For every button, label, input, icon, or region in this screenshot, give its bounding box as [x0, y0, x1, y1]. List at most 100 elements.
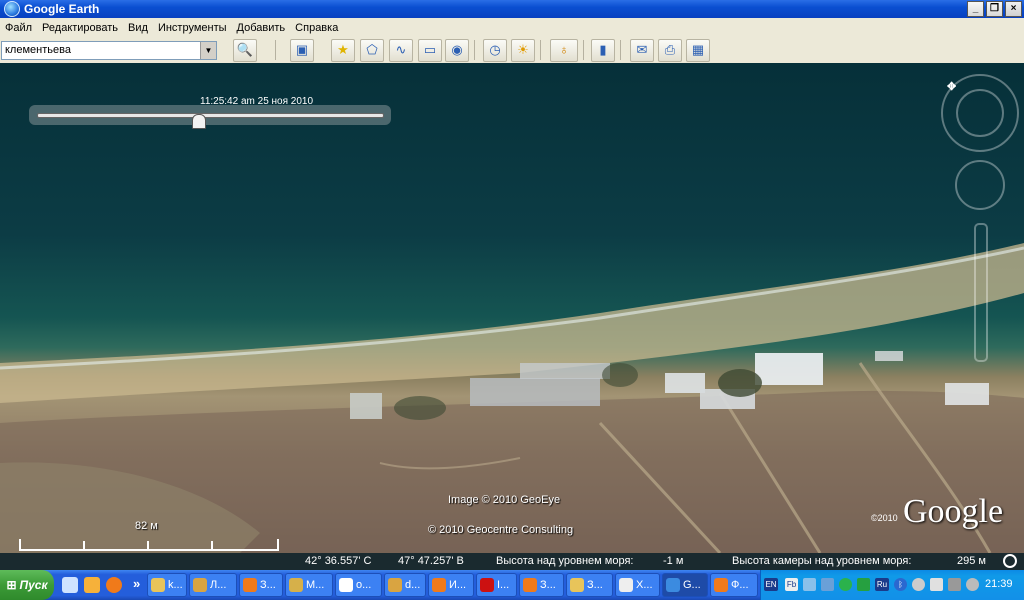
- taskbar-task-button[interactable]: Л...: [189, 573, 237, 597]
- zoom-slider[interactable]: [974, 223, 988, 362]
- copyright-text: © 2010 Geocentre Consulting: [428, 524, 574, 536]
- taskbar-task-button[interactable]: З...: [239, 573, 283, 597]
- task-app-icon: [193, 578, 207, 592]
- task-app-icon: [523, 578, 537, 592]
- compass-ring[interactable]: ✥: [941, 74, 1019, 152]
- quicklaunch-firefox-icon[interactable]: [106, 577, 122, 593]
- task-app-icon: [619, 578, 633, 592]
- network-icon[interactable]: [821, 578, 834, 591]
- volume-icon[interactable]: [948, 578, 961, 591]
- view-in-maps-button[interactable]: ▦: [686, 39, 710, 62]
- taskbar-task-button[interactable]: З...: [519, 573, 564, 597]
- quicklaunch-overflow[interactable]: »: [133, 576, 140, 591]
- task-label: З...: [587, 579, 603, 591]
- taskbar-task-button[interactable]: о...: [335, 573, 382, 597]
- task-label: Ф...: [731, 579, 749, 591]
- task-label: И...: [449, 579, 467, 591]
- menu-view[interactable]: Вид: [123, 22, 153, 34]
- time-slider-track[interactable]: [37, 113, 384, 118]
- tray-app-icon[interactable]: Fb: [785, 578, 798, 591]
- task-app-icon: [432, 578, 446, 592]
- add-placemark-button[interactable]: ★: [331, 39, 355, 62]
- sidebar-icon: ▣: [295, 42, 309, 57]
- network-icon[interactable]: [803, 578, 816, 591]
- streaming-indicator-icon: [1003, 554, 1017, 568]
- look-joystick[interactable]: [955, 160, 1005, 210]
- menu-help[interactable]: Справка: [290, 22, 343, 34]
- tray-app-icon[interactable]: [839, 578, 852, 591]
- task-app-icon: [666, 578, 680, 592]
- tray-app-icon[interactable]: [912, 578, 925, 591]
- search-button[interactable]: 🔍: [233, 39, 257, 62]
- rotate-control[interactable]: [956, 89, 1004, 137]
- bluetooth-icon[interactable]: ᛒ: [894, 578, 907, 591]
- add-path-button[interactable]: ∿: [389, 39, 413, 62]
- menu-edit[interactable]: Редактировать: [37, 22, 123, 34]
- taskbar-task-button[interactable]: k...: [147, 573, 187, 597]
- taskbar-task-button[interactable]: d...: [384, 573, 426, 597]
- taskbar: ⊞ Пуск » k... Л... З... М... о... d... И... I..…: [0, 570, 1024, 600]
- toolbar-separator: [583, 40, 584, 60]
- language-indicator[interactable]: EN: [764, 578, 778, 591]
- imagery-credit: Image © 2010 GeoEye: [448, 494, 561, 506]
- historical-imagery-button[interactable]: ◷: [483, 39, 507, 62]
- record-tour-button[interactable]: ◉: [445, 39, 469, 62]
- title-bar: Google Earth _ ❐ ×: [0, 0, 1024, 18]
- planet-icon: ♁: [559, 42, 569, 57]
- sunlight-button[interactable]: ☀: [511, 39, 535, 62]
- ruler-button[interactable]: ▮: [591, 39, 615, 62]
- task-app-icon: [151, 578, 165, 592]
- clock: 21:39: [985, 578, 1013, 590]
- time-slider[interactable]: [29, 105, 391, 129]
- taskbar-task-button[interactable]: Ф...: [710, 573, 758, 597]
- tray-app-icon[interactable]: [857, 578, 870, 591]
- taskbar-task-button[interactable]: З...: [566, 573, 613, 597]
- task-label: Х...: [636, 579, 653, 591]
- add-polygon-button[interactable]: ⬠: [360, 39, 384, 62]
- start-button[interactable]: ⊞ Пуск: [0, 570, 54, 600]
- eye-altitude-value: 295 м: [957, 555, 986, 567]
- safely-remove-icon[interactable]: [930, 578, 943, 591]
- tray-app-icon[interactable]: [966, 578, 979, 591]
- north-icon: ✥: [947, 81, 957, 93]
- toolbar-separator: [474, 40, 475, 60]
- quicklaunch-desktop-icon[interactable]: [62, 577, 78, 593]
- print-button[interactable]: ⎙: [658, 39, 682, 62]
- maps-icon: ▦: [691, 42, 705, 57]
- taskbar-task-button[interactable]: I...: [476, 573, 517, 597]
- close-button[interactable]: ×: [1005, 1, 1022, 17]
- taskbar-task-button[interactable]: Х...: [615, 573, 660, 597]
- scale-tick: [83, 541, 85, 549]
- taskbar-task-button[interactable]: М...: [285, 573, 333, 597]
- planets-button[interactable]: ♁: [550, 39, 578, 62]
- google-earth-app-icon: [4, 1, 20, 17]
- google-logo: Google: [903, 493, 1004, 530]
- taskbar-task-button[interactable]: G...: [662, 573, 708, 597]
- placemark-icon: ★: [337, 42, 349, 57]
- menu-add[interactable]: Добавить: [232, 22, 291, 34]
- taskbar-task-button[interactable]: И...: [428, 573, 474, 597]
- elevation-label: Высота над уровнем моря:: [496, 555, 634, 567]
- maximize-button[interactable]: ❐: [986, 1, 1003, 17]
- email-button[interactable]: ✉: [630, 39, 654, 62]
- add-image-overlay-button[interactable]: ▭: [418, 39, 442, 62]
- scale-bar: [19, 539, 279, 551]
- keyboard-layout-indicator[interactable]: Ru: [875, 578, 889, 591]
- scale-tick: [147, 541, 149, 549]
- toolbar-separator: [275, 40, 276, 60]
- search-input[interactable]: клементьева ▼: [1, 41, 217, 60]
- print-icon: ⎙: [664, 42, 676, 57]
- menu-file[interactable]: Файл: [0, 22, 37, 34]
- task-label: М...: [306, 579, 325, 591]
- sidebar-toggle-button[interactable]: ▣: [290, 39, 314, 62]
- polygon-icon: ⬠: [366, 42, 378, 57]
- quicklaunch-mail-icon[interactable]: [84, 577, 100, 593]
- map-view[interactable]: 11:25:42 am 25 ноя 2010 ✥ 82 м Image © 2…: [0, 63, 1024, 553]
- ruler-icon: ▮: [599, 42, 607, 57]
- chevron-down-icon[interactable]: ▼: [200, 42, 216, 59]
- task-app-icon: [480, 578, 494, 592]
- menu-tools[interactable]: Инструменты: [153, 22, 232, 34]
- task-label: d...: [405, 579, 421, 591]
- minimize-button[interactable]: _: [967, 1, 984, 17]
- time-slider-handle[interactable]: [192, 114, 206, 129]
